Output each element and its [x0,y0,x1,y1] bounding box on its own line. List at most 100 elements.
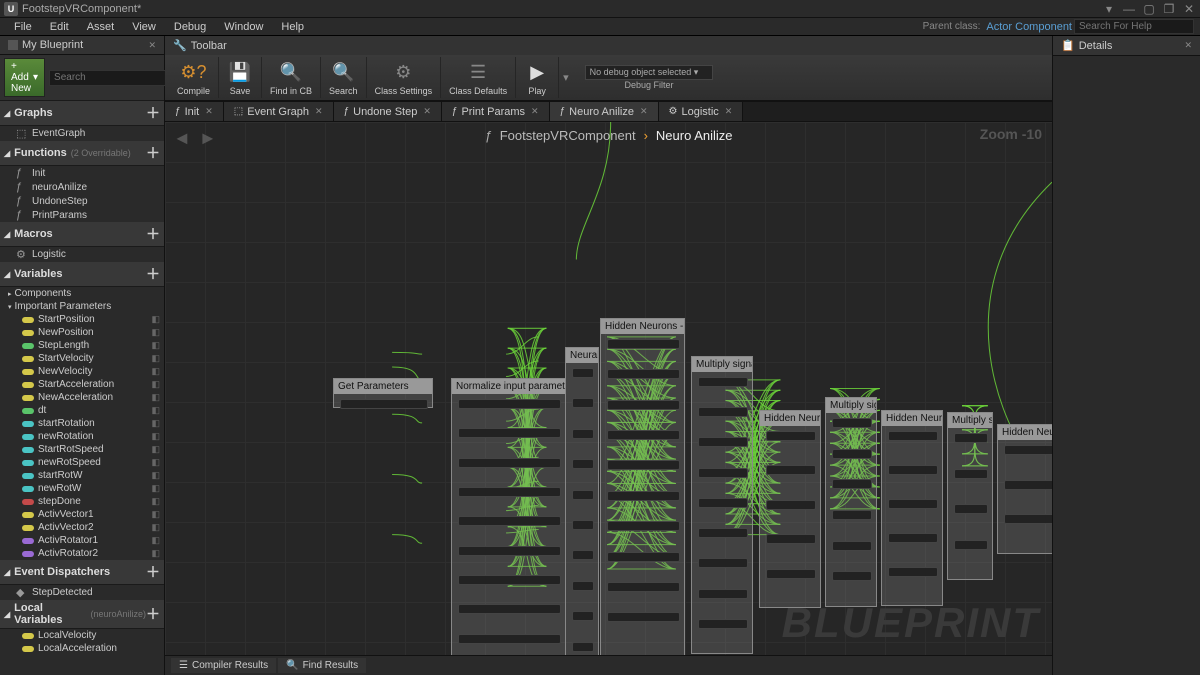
localvar-localvelocity[interactable]: LocalVelocity [0,629,164,642]
parent-class-link[interactable]: Actor Component [986,21,1072,33]
blueprint-node[interactable] [766,569,816,579]
blueprint-node[interactable] [832,479,872,489]
add-macro-icon[interactable]: ＋ [146,224,160,244]
item-menu-icon[interactable]: ◧ [151,405,160,416]
tab-undone-step[interactable]: ƒUndone Step✕ [334,102,442,121]
help-search-input[interactable] [1074,19,1194,34]
blueprint-node[interactable] [698,437,748,447]
compiler-results-tab[interactable]: ☰Compiler Results [171,658,276,673]
blueprint-node[interactable] [607,491,680,501]
blueprint-node[interactable] [458,487,561,497]
variable-steplength[interactable]: StepLength◧ [0,339,164,352]
function-neuroanilize[interactable]: ƒneuroAnilize [0,180,164,194]
blueprint-node[interactable] [954,540,988,550]
comment-box[interactable]: Multiply signals by Neural Link Weights [691,356,753,654]
blueprint-node[interactable] [954,469,988,479]
search-button[interactable]: 🔍Search [321,57,367,98]
tab-print-params[interactable]: ƒPrint Params✕ [442,102,550,121]
item-menu-icon[interactable]: ◧ [151,548,160,559]
blueprint-node[interactable] [698,558,748,568]
close-icon[interactable]: ✕ [725,106,733,117]
blueprint-node[interactable] [572,429,594,439]
dropdown-icon[interactable]: ▾ [1102,2,1116,16]
dispatcher-stepdetected[interactable]: ◆StepDetected [0,585,164,600]
item-menu-icon[interactable]: ◧ [151,366,160,377]
blueprint-node[interactable] [458,575,561,585]
item-menu-icon[interactable]: ◧ [151,340,160,351]
item-menu-icon[interactable]: ◧ [151,353,160,364]
variable-newrotspeed[interactable]: newRotSpeed◧ [0,456,164,469]
variable-activrotator1[interactable]: ActivRotator1◧ [0,534,164,547]
variable-activvector2[interactable]: ActivVector2◧ [0,521,164,534]
blueprint-node[interactable] [698,407,748,417]
play-button[interactable]: ▶Play [516,57,559,98]
item-menu-icon[interactable]: ◧ [151,418,160,429]
variable-startrotspeed[interactable]: StartRotSpeed◧ [0,443,164,456]
blueprint-node[interactable] [607,369,680,379]
function-printparams[interactable]: ƒPrintParams [0,208,164,222]
add-localvar-icon[interactable]: ＋ [146,604,160,624]
close-icon[interactable]: ✕ [1182,2,1196,16]
add-function-icon[interactable]: ＋ [146,143,160,163]
comment-box[interactable]: Get Parameters [333,378,433,408]
blueprint-node[interactable] [572,550,594,560]
blueprint-node[interactable] [954,504,988,514]
blueprint-canvas[interactable]: ◄ ► ƒ FootstepVRComponent › Neuro Aniliz… [165,122,1052,655]
blueprint-node[interactable] [766,534,816,544]
variable-startrotw[interactable]: startRotW◧ [0,469,164,482]
close-icon[interactable]: ✕ [423,106,431,117]
nav-back-icon[interactable]: ◄ [173,128,191,149]
tab-neuro-anilize[interactable]: ƒNeuro Anilize✕ [550,102,659,121]
section-dispatchers[interactable]: ◢Event Dispatchers＋ [0,560,164,585]
details-tab[interactable]: 📋 Details ✕ [1053,36,1200,56]
find-results-tab[interactable]: 🔍Find Results [278,658,366,673]
tab-event-graph[interactable]: ⬚Event Graph✕ [224,102,334,121]
item-menu-icon[interactable]: ◧ [151,535,160,546]
blueprint-node[interactable] [607,339,680,349]
close-icon[interactable]: ✕ [531,106,539,117]
variable-startposition[interactable]: StartPosition◧ [0,313,164,326]
function-init[interactable]: ƒInit [0,166,164,180]
blueprint-node[interactable] [572,642,594,652]
blueprint-node[interactable] [572,368,594,378]
section-functions[interactable]: ◢Functions(2 Overridable)＋ [0,141,164,166]
variable-newvelocity[interactable]: NewVelocity◧ [0,365,164,378]
comment-box[interactable]: Hidden Neurons - Layer 4 / Multiply sign… [997,424,1052,554]
variable-startrotation[interactable]: startRotation◧ [0,417,164,430]
variable-startvelocity[interactable]: StartVelocity◧ [0,352,164,365]
item-menu-icon[interactable]: ◧ [151,509,160,520]
item-menu-icon[interactable]: ◧ [151,431,160,442]
blueprint-node[interactable] [458,458,561,468]
class-defaults-button[interactable]: ☰Class Defaults [441,57,516,98]
blueprint-node[interactable] [698,589,748,599]
blueprint-node[interactable] [340,399,428,409]
comment-box[interactable]: Normalize input parameters [451,378,566,655]
close-icon[interactable]: ✕ [205,106,213,117]
blueprint-node[interactable] [766,465,816,475]
blueprint-node[interactable] [572,520,594,530]
section-variables[interactable]: ◢Variables＋ [0,262,164,287]
blueprint-node[interactable] [698,528,748,538]
blueprint-node[interactable] [458,516,561,526]
tab-logistic[interactable]: ⚙Logistic✕ [659,102,744,121]
variable-activvector1[interactable]: ActivVector1◧ [0,508,164,521]
close-icon[interactable]: ✕ [1184,40,1192,51]
toolbar-tab[interactable]: 🔧Toolbar [165,36,265,55]
item-menu-icon[interactable]: ◧ [151,314,160,325]
variable-dt[interactable]: dt◧ [0,404,164,417]
blueprint-node[interactable] [607,612,680,622]
add-graph-icon[interactable]: ＋ [146,103,160,123]
menu-asset[interactable]: Asset [79,20,123,34]
add-new-button[interactable]: + Add New▾ [4,58,45,97]
close-icon[interactable]: ✕ [640,106,648,117]
blueprint-node[interactable] [888,465,938,475]
maximize-icon[interactable]: ▢ [1142,2,1156,16]
comment-box[interactable]: Hidden Neurons - Layer 1 [600,318,685,655]
play-dropdown-icon[interactable]: ▾ [563,71,569,84]
blueprint-node[interactable] [607,582,680,592]
blueprint-node[interactable] [572,398,594,408]
blueprint-node[interactable] [832,541,872,551]
variable-stepdone[interactable]: stepDone◧ [0,495,164,508]
variable-activrotator2[interactable]: ActivRotator2◧ [0,547,164,560]
compile-button[interactable]: ⚙?Compile [169,57,219,98]
